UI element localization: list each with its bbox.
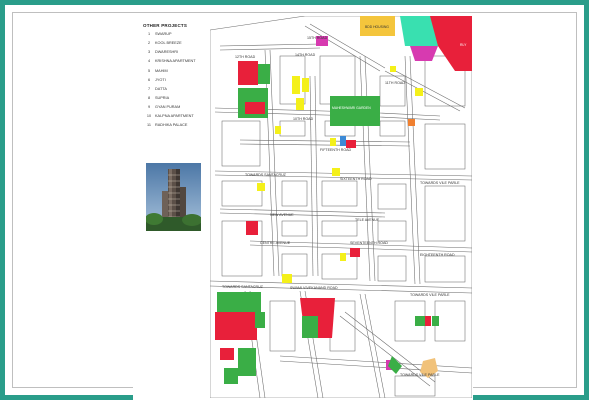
map-frame: OTHER PROJECTS 1 SWARUP 2 KOOL BREEZE 3 DWA…	[0, 0, 589, 401]
project-marker-yellow	[390, 66, 396, 72]
project-marker-yellow	[415, 88, 423, 96]
project-marker-2	[302, 78, 309, 92]
project-block-green	[302, 316, 318, 338]
project-block-green	[255, 312, 265, 328]
legend-item: 1 SWARUP	[147, 32, 172, 36]
project-block-red	[246, 221, 258, 235]
project-block-red	[425, 316, 431, 326]
road-label: 10TH ROAD	[293, 117, 314, 121]
building-photo	[146, 163, 201, 231]
legend-item: 9 GYAN PURAM	[147, 105, 181, 109]
project-marker-7	[275, 126, 281, 134]
rly-label: RLY	[460, 43, 467, 47]
project-marker-blue	[340, 136, 346, 146]
road-label: CENTRE AVENUE	[260, 241, 291, 245]
road-label: TOWARDS SANTACRUZ	[222, 285, 264, 289]
project-marker-8	[332, 168, 340, 176]
road-label: NEW AVENUE	[270, 213, 294, 217]
legend-item: 10 KALPNA APARTMENT	[146, 114, 194, 118]
project-marker-6	[330, 138, 336, 146]
project-marker-red	[350, 248, 360, 257]
legend-title: OTHER PROJECTS	[143, 23, 188, 28]
project-block-red	[245, 102, 265, 114]
road-label: TOWARDS VILE PARLE	[420, 181, 460, 185]
legend-item: 4 KRISHNA APARTMENT	[147, 59, 196, 63]
maheshwari-garden	[330, 96, 380, 126]
legend-item: 7 DATTA	[147, 87, 167, 91]
project-marker-1	[292, 76, 300, 94]
project-marker-orange	[408, 119, 415, 126]
project-block-green	[239, 292, 261, 312]
project-block-red	[238, 61, 258, 85]
road-label: 15TH ROAD	[307, 36, 328, 40]
legend-item: 3 DWARESHRI	[147, 50, 179, 54]
project-block-green	[432, 316, 439, 326]
project-block-green	[258, 64, 270, 84]
road-label: SEVENTEENTH ROAD	[350, 241, 388, 245]
road-label: FIFTEENTH ROAD	[320, 148, 352, 152]
road-label: EIGHTEENTH ROAD	[420, 253, 455, 257]
project-block-green	[415, 316, 425, 326]
project-marker-11	[282, 274, 292, 283]
magenta-area	[410, 46, 438, 61]
legend-item: 8 SUPRIA	[147, 96, 170, 100]
road-label: SIXTEENTH ROAD	[340, 177, 372, 181]
housing-label: BDD HOUSING	[365, 25, 389, 29]
road-label: TOWARDS VILE PARLE	[410, 293, 450, 297]
project-block-green	[238, 348, 256, 376]
road-label: TOWARDS VILE PARLE	[400, 373, 440, 377]
project-block-green	[224, 368, 238, 384]
project-block-red	[215, 312, 257, 340]
road-label: TELE AVENUE	[355, 218, 380, 222]
legend-item: 6 JYOTI	[147, 78, 166, 82]
project-marker-10	[340, 253, 346, 261]
road-label: SWAMI VIVEKANAND ROAD	[290, 286, 338, 290]
road-label: 12TH ROAD	[235, 55, 256, 59]
road-label: 14TH ROAD	[295, 53, 316, 57]
legend-item: 5 MAHIM	[147, 69, 168, 73]
map-sheet: OTHER PROJECTS 1 SWARUP 2 KOOL BREEZE 3 DWA…	[12, 12, 577, 401]
road-label: 11TH ROAD	[385, 81, 405, 85]
project-marker-3	[296, 98, 304, 110]
project-block-red	[220, 348, 234, 360]
project-marker-red	[346, 140, 356, 148]
project-marker-9	[257, 183, 265, 191]
project-block-green	[217, 292, 239, 314]
legend-item: 2 KOOL BREEZE	[147, 41, 182, 45]
garden-label: MAHESHWARI GARDEN	[332, 106, 371, 110]
map-page: OTHER PROJECTS 1 SWARUP 2 KOOL BREEZE 3 DWA…	[133, 13, 473, 401]
road-label: TOWARDS SANTACRUZ	[245, 173, 287, 177]
legend-item: 11 RADHIKA PALACE	[147, 123, 188, 127]
street-map: 12TH ROAD 14TH ROAD 15TH ROAD 10TH ROAD …	[210, 16, 472, 398]
